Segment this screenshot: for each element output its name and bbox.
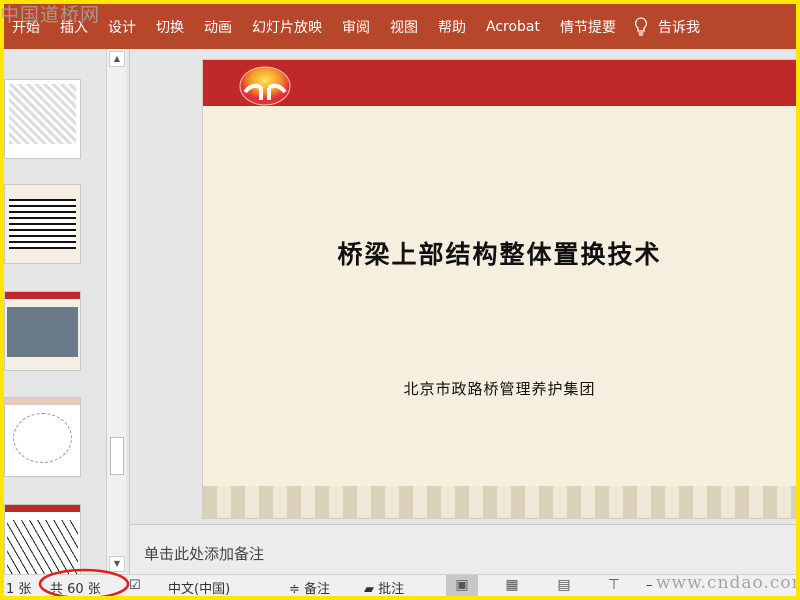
tab-acrobat[interactable]: Acrobat — [486, 19, 540, 35]
slide-sorter-button[interactable]: ▦ — [496, 575, 528, 596]
decorative-border — [203, 486, 796, 518]
slide-thumbnail[interactable] — [4, 184, 81, 264]
status-bar: 1 张 共 60 张 ☑ 中文(中国) ≑ 备注 ▰ 批注 ▣ ▦ ▤ ⊤ – … — [4, 568, 796, 596]
watermark: 中国道桥网 — [0, 4, 101, 26]
lightbulb-icon — [635, 16, 647, 36]
scroll-up-button[interactable]: ▲ — [109, 51, 125, 67]
highlight-circle-annotation — [38, 568, 130, 596]
powerpoint-window: 开始 插入 设计 切换 动画 幻灯片放映 审阅 视图 帮助 Acrobat 情节… — [4, 4, 796, 596]
ribbon-tabs: 开始 插入 设计 切换 动画 幻灯片放映 审阅 视图 帮助 Acrobat 情节… — [4, 4, 796, 49]
notes-pane[interactable]: 单击此处添加备注 — [130, 524, 796, 574]
tab-animations[interactable]: 动画 — [204, 17, 232, 37]
logo-icon — [239, 66, 291, 106]
reading-view-button[interactable]: ▤ — [548, 575, 580, 596]
tab-help[interactable]: 帮助 — [438, 17, 466, 37]
tab-review[interactable]: 审阅 — [342, 17, 370, 37]
slide-header-bar — [203, 60, 796, 106]
comment-icon: ▰ — [364, 582, 374, 596]
slide-thumbnail[interactable] — [4, 79, 81, 159]
comments-button[interactable]: ▰ 批注 — [364, 578, 404, 596]
zoom-slider[interactable]: – — [646, 578, 653, 593]
notes-icon: ≑ — [289, 582, 300, 596]
notes-label: 备注 — [304, 582, 331, 596]
notes-placeholder[interactable]: 单击此处添加备注 — [144, 543, 264, 564]
watermark-url: www.cndao.com — [656, 573, 796, 593]
slide-thumbnail[interactable] — [4, 397, 81, 477]
pane-divider[interactable] — [129, 49, 130, 574]
notes-button[interactable]: ≑ 备注 — [289, 578, 330, 596]
normal-view-button[interactable]: ▣ — [446, 575, 478, 596]
slide-thumbnail[interactable] — [4, 291, 81, 371]
slide-thumbnail[interactable] — [4, 504, 81, 574]
tab-transitions[interactable]: 切换 — [156, 17, 184, 37]
slide-title[interactable]: 桥梁上部结构整体置换技术 — [203, 235, 796, 271]
slide-thumbnail-pane — [4, 49, 104, 574]
tell-me-search[interactable]: 告诉我 — [658, 17, 700, 37]
tab-view[interactable]: 视图 — [390, 17, 418, 37]
tab-storyboard[interactable]: 情节提要 — [560, 17, 616, 37]
tab-slideshow[interactable]: 幻灯片放映 — [252, 17, 322, 37]
thumbnail-scrollbar[interactable]: ▲ ▼ — [106, 49, 126, 574]
comments-label: 批注 — [378, 582, 405, 596]
slide-index: 1 张 — [6, 582, 32, 596]
tab-design[interactable]: 设计 — [108, 17, 136, 37]
slideshow-button[interactable]: ⊤ — [598, 575, 630, 596]
language-indicator[interactable]: 中文(中国) — [168, 578, 230, 596]
scroll-thumb[interactable] — [110, 437, 124, 475]
slide-subtitle[interactable]: 北京市政路桥管理养护集团 — [203, 378, 796, 399]
slide-canvas[interactable]: 桥梁上部结构整体置换技术 北京市政路桥管理养护集团 — [202, 59, 796, 519]
accessibility-icon[interactable]: ☑ — [129, 578, 141, 593]
